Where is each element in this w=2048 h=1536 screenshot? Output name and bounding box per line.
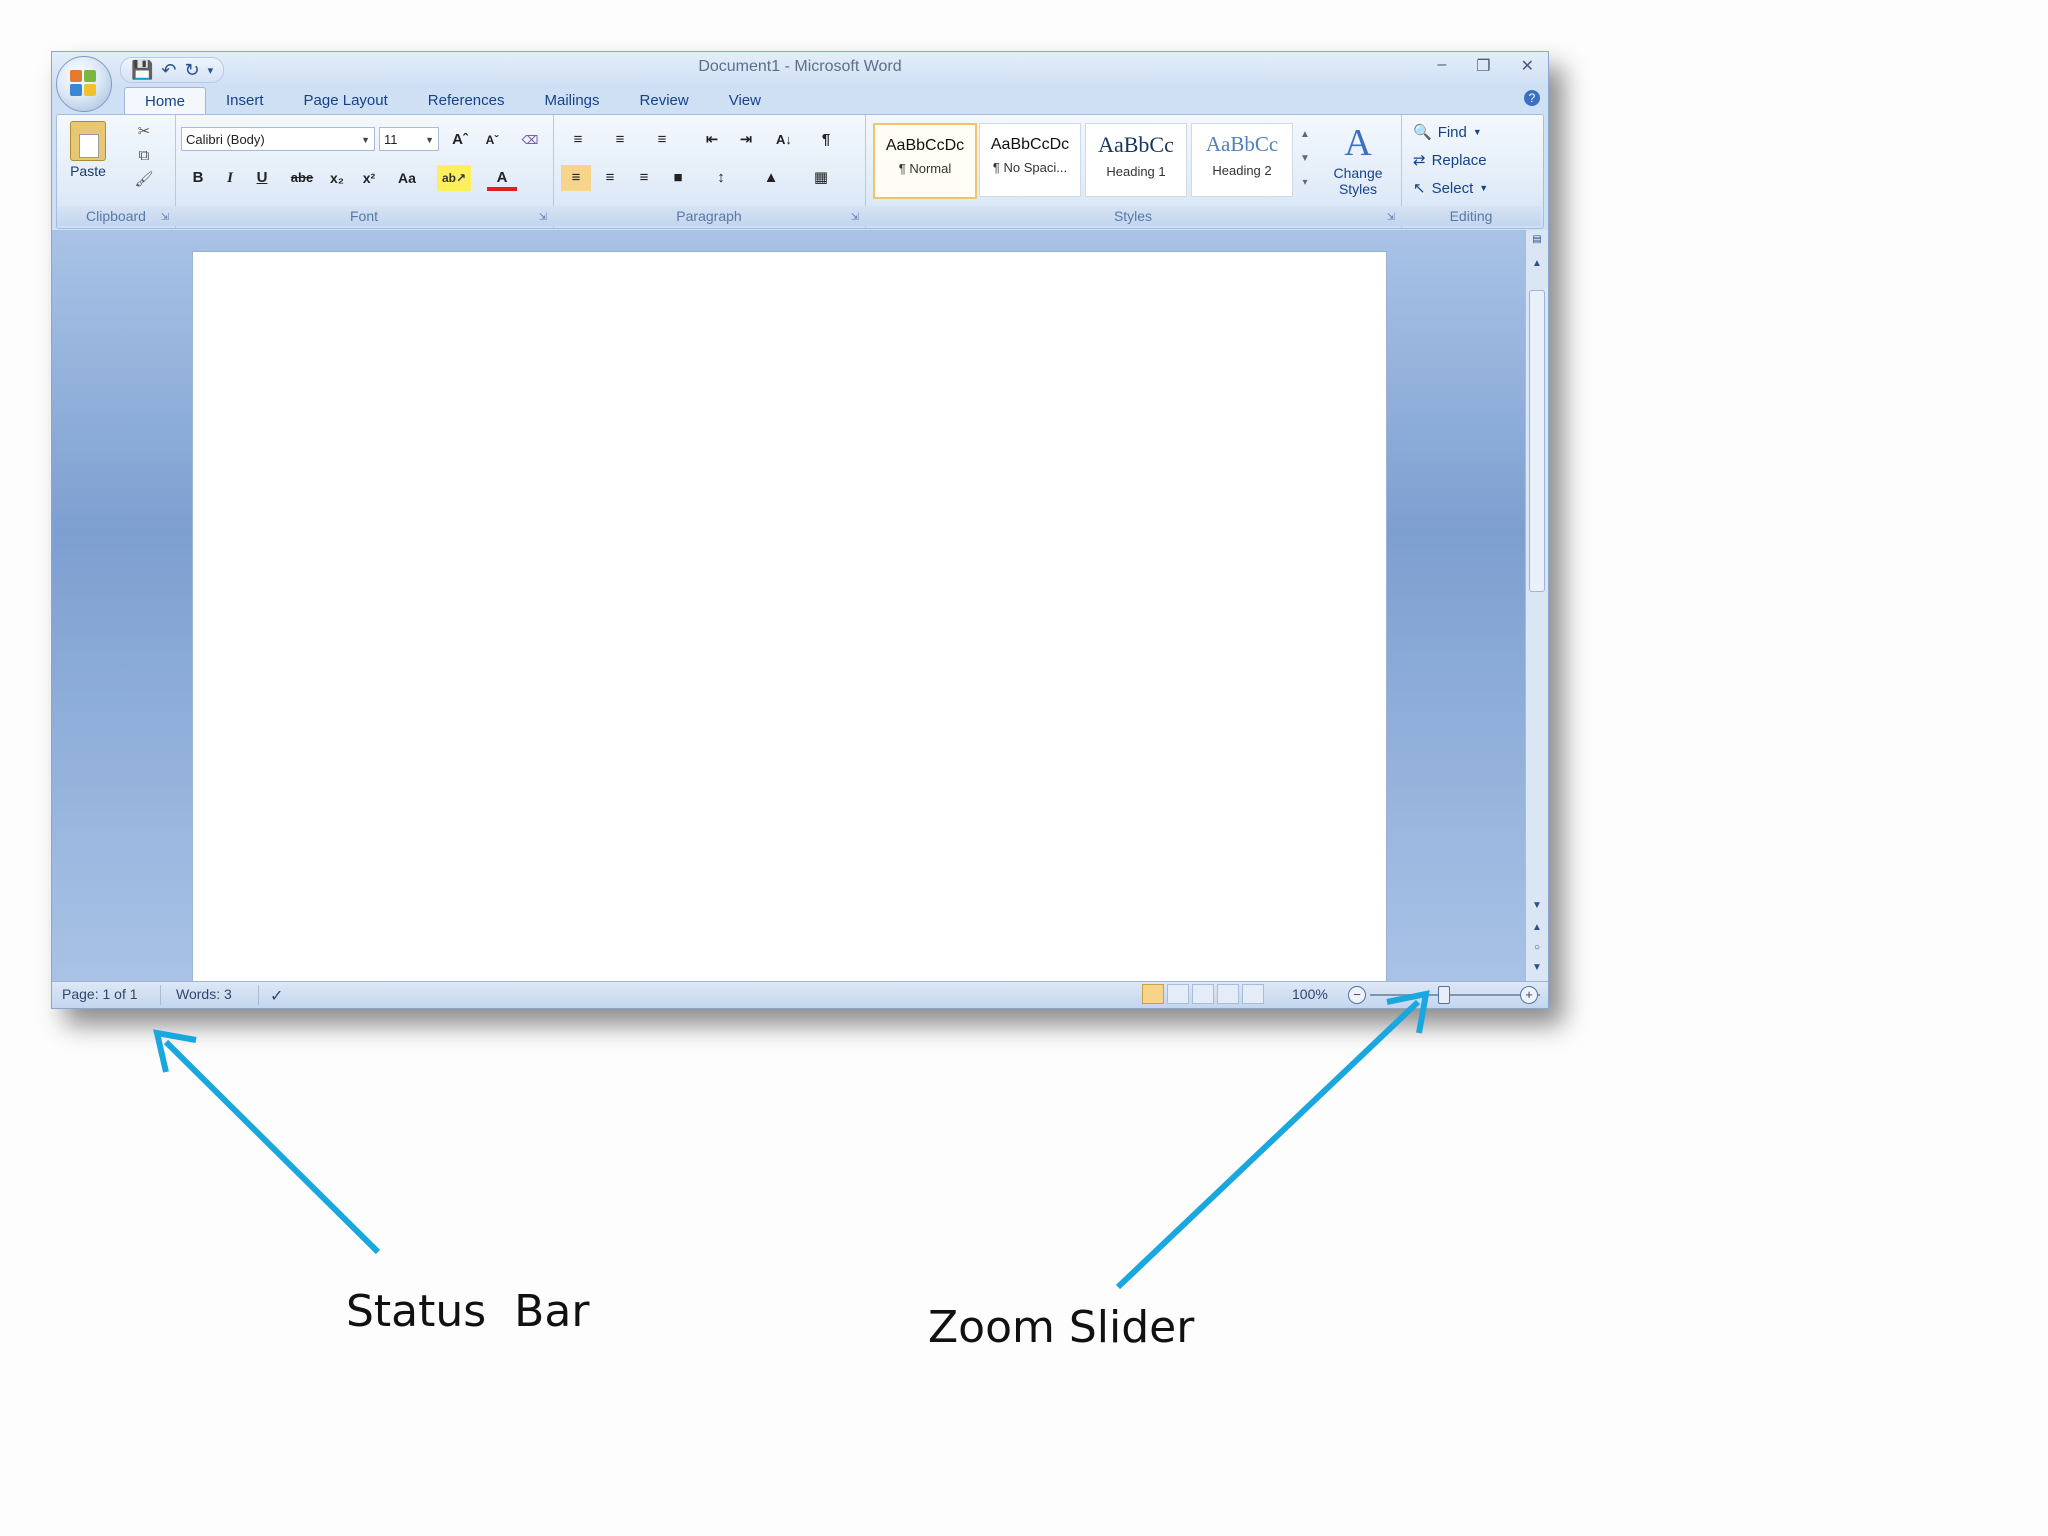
zoom-slider-annotation: Zoom Slider [928, 1302, 1195, 1353]
status-bar-annotation: Status Bar [346, 1286, 590, 1337]
zoom-slider-arrow [1115, 999, 1421, 1290]
status-bar-arrow [163, 1039, 381, 1255]
office-button[interactable] [56, 56, 112, 112]
office-logo-icon [70, 70, 98, 98]
